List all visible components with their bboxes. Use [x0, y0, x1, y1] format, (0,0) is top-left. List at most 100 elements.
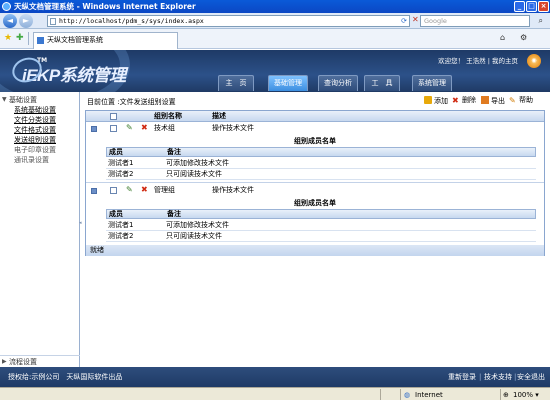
sidebar-item-contacts[interactable]: 通讯录设置: [14, 155, 49, 165]
column-member: 成员: [109, 210, 123, 218]
app-header: TM iEKP系统管理 欢迎您！ 王浩然 | 我的主页 ◉ 主 页 基础管理 查…: [0, 50, 550, 92]
add-favorite-icon[interactable]: ✚: [16, 33, 24, 43]
column-note: 备注: [167, 148, 181, 156]
maximize-button[interactable]: □: [526, 1, 537, 12]
copyright-text: 授权给:示例公司 天纵国际软件出品: [8, 373, 123, 381]
member-name: 测试者1: [108, 159, 134, 167]
member-row[interactable]: 测试者1 可添加修改技术文件: [106, 158, 536, 169]
refresh-icon[interactable]: ⟳: [401, 16, 407, 26]
zoom-segment[interactable]: ⊕ 100% ▾: [500, 389, 550, 400]
member-name: 测试者1: [108, 221, 134, 229]
sidebar-item-send-group[interactable]: 发送组别设置: [14, 135, 56, 145]
url-field[interactable]: http://localhost/pdm_s/sys/index.aspx ⟳: [47, 15, 410, 27]
nav-tab-basic-management[interactable]: 基础管理: [268, 75, 308, 91]
nav-tab-home[interactable]: 主 页: [218, 75, 254, 91]
favorites-star-icon[interactable]: ★: [4, 33, 12, 43]
member-note: 可添加修改技术文件: [166, 159, 229, 167]
logout-link[interactable]: 安全退出: [517, 367, 545, 387]
sidebar-item-system-basic[interactable]: 系统基础设置: [14, 105, 56, 115]
export-icon: [481, 96, 489, 104]
search-icon[interactable]: ⌕: [539, 16, 543, 26]
ie-icon: [2, 2, 11, 11]
separator: |: [514, 373, 517, 381]
zone-segment[interactable]: ◍ Internet: [400, 389, 500, 400]
edit-icon[interactable]: ✎: [126, 123, 133, 132]
row-divider: [86, 182, 544, 183]
nav-tab-system-management[interactable]: 系统管理: [412, 75, 452, 91]
browser-tab[interactable]: 天纵文档管理系统: [33, 32, 178, 49]
tools-icon[interactable]: ⚙: [520, 33, 527, 42]
search-input[interactable]: Google ⌕: [420, 15, 543, 27]
nav-tab-tools[interactable]: 工 具: [364, 75, 400, 91]
nav-tab-query-analysis[interactable]: 查询分析: [318, 75, 358, 91]
zone-label: Internet: [415, 391, 443, 399]
app-footer: 授权给:示例公司 天纵国际软件出品 重新登录 | 技术支持 | 安全退出: [0, 367, 550, 387]
delete-row-icon[interactable]: ✖: [141, 123, 148, 132]
back-button[interactable]: ◄: [3, 14, 17, 28]
search-placeholder: Google: [424, 17, 447, 25]
column-description: 描述: [212, 112, 226, 120]
member-list-header: 成员 备注: [106, 147, 536, 157]
support-link[interactable]: 技术支持: [484, 367, 512, 387]
row-checkbox[interactable]: [110, 187, 117, 194]
status-segment: [380, 389, 400, 400]
welcome-text[interactable]: 欢迎您！ 王浩然 | 我的主页: [438, 55, 518, 65]
zoom-icon: ⊕: [503, 391, 509, 399]
grid-footer: 就绪: [86, 245, 544, 256]
avatar[interactable]: ◉: [527, 54, 541, 68]
delete-row-icon[interactable]: ✖: [141, 185, 148, 194]
help-icon: ✎: [509, 96, 516, 105]
member-name: 测试者2: [108, 170, 134, 178]
browser-tab-bar: ★ ✚ 天纵文档管理系统 ⌂ ⚙: [0, 29, 550, 49]
sidebar-section-process[interactable]: ▶ 流程设置: [0, 355, 80, 367]
column-member: 成员: [109, 148, 123, 156]
export-button[interactable]: 导出: [481, 96, 505, 106]
member-row[interactable]: 测试者2 只可阅读技术文件: [106, 169, 536, 180]
sidebar-item-file-category[interactable]: 文件分类设置: [14, 115, 56, 125]
globe-icon: ◍: [404, 391, 411, 399]
group-grid: 组别名称 描述 ✎ ✖ 技术组 操作技术文件 组别成员名单 成员 备注 测试者1…: [85, 110, 545, 256]
sidebar-section-header[interactable]: ▼ 基础设置: [0, 95, 80, 105]
help-button[interactable]: ✎ 帮助: [509, 96, 533, 105]
member-note: 可添加修改技术文件: [166, 221, 229, 229]
tab-favicon-icon: [37, 37, 44, 44]
sidebar-item-file-format[interactable]: 文件格式设置: [14, 125, 56, 135]
member-note: 只可阅读技术文件: [166, 232, 222, 240]
expand-toggle-icon[interactable]: [91, 126, 97, 132]
delete-button[interactable]: ✖ 删除: [452, 96, 476, 105]
group-description: 操作技术文件: [212, 186, 254, 194]
close-button[interactable]: ×: [538, 1, 549, 12]
member-note: 只可阅读技术文件: [166, 170, 222, 178]
row-checkbox[interactable]: [110, 125, 117, 132]
minimize-button[interactable]: _: [514, 1, 525, 12]
address-bar: ◄ ► http://localhost/pdm_s/sys/index.asp…: [0, 13, 550, 29]
add-label: 添加: [434, 97, 448, 105]
column-group-name: 组别名称: [154, 112, 182, 120]
member-list-title: 组别成员名单: [294, 137, 336, 145]
help-label: 帮助: [519, 96, 533, 104]
expand-toggle-icon[interactable]: [91, 188, 97, 194]
separator: [28, 32, 29, 45]
group-row[interactable]: ✎ ✖ 技术组 操作技术文件: [86, 123, 544, 134]
breadcrumb: 目前位置 :文件发送组别设置: [87, 98, 176, 106]
member-list-title: 组别成员名单: [294, 199, 336, 207]
select-all-checkbox[interactable]: [110, 113, 117, 120]
window-title-bar: 天纵文档管理系统 - Windows Internet Explorer _ □…: [0, 0, 550, 13]
member-row[interactable]: 测试者1 可添加修改技术文件: [106, 220, 536, 231]
relogin-link[interactable]: 重新登录: [448, 367, 476, 387]
window-title: 天纵文档管理系统 - Windows Internet Explorer: [14, 2, 196, 11]
member-list-header: 成员 备注: [106, 209, 536, 219]
member-row[interactable]: 测试者2 只可阅读技术文件: [106, 231, 536, 242]
edit-icon[interactable]: ✎: [126, 185, 133, 194]
add-button[interactable]: 添加: [424, 96, 448, 106]
group-row[interactable]: ✎ ✖ 管理组 操作技术文件: [86, 185, 544, 196]
zoom-level: 100%: [513, 391, 534, 399]
sidebar-item-e-seal[interactable]: 电子印章设置: [14, 145, 56, 155]
grid-header: 组别名称 描述: [86, 111, 544, 122]
zoom-dropdown-icon: ▾: [535, 391, 539, 399]
browser-status-bar: ◍ Internet ⊕ 100% ▾: [0, 387, 550, 400]
forward-button[interactable]: ►: [19, 14, 33, 28]
delete-label: 删除: [462, 96, 476, 104]
home-icon[interactable]: ⌂: [500, 33, 505, 42]
stop-icon[interactable]: ✕: [412, 15, 419, 24]
